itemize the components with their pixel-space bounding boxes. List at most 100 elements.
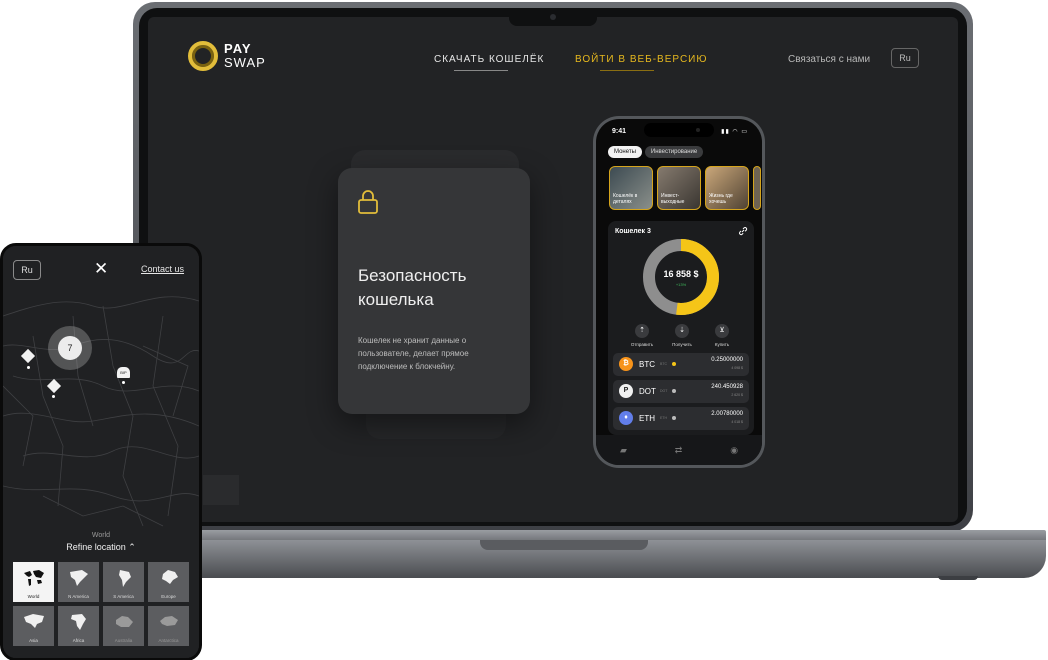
coin-row-eth[interactable]: ♦ ETH ETH 2.00780000 4 018 $ <box>613 407 749 430</box>
region-label: Asia <box>29 638 38 643</box>
background-panel <box>203 475 239 505</box>
region-label: N America <box>68 594 89 599</box>
coin-row-dot[interactable]: P DOT DOT 240.450928 2 620 $ <box>613 380 749 403</box>
swap-icon[interactable]: ⇄ <box>675 445 683 456</box>
south-america-icon <box>119 570 131 587</box>
map-cluster[interactable]: 7 <box>48 326 92 370</box>
buy-label: Купить <box>714 342 730 347</box>
link-icon[interactable] <box>738 226 748 236</box>
region-label: Africa <box>72 638 85 643</box>
settings-icon[interactable]: ◉ <box>730 445 738 456</box>
wallet-icon[interactable]: ▰ <box>620 445 627 456</box>
story-card[interactable] <box>753 166 761 210</box>
nav-contact[interactable]: Связаться с нами <box>788 54 870 65</box>
tab-investing[interactable]: Инвестирование <box>644 146 704 158</box>
wallet-change: +13% <box>675 282 687 287</box>
region-north-america[interactable]: N America <box>58 562 99 602</box>
card-description: Кошелек не хранит данные о пользователе,… <box>358 336 469 371</box>
coin-usd: 4 098 $ <box>731 366 743 370</box>
story-card[interactable]: Жизнь где хочешь <box>705 166 749 210</box>
refine-location-toggle[interactable]: Refine location ⌃ <box>3 542 199 553</box>
world-label: World <box>91 532 111 539</box>
stories-row: Кошелёк в деталях Инвест-выходные Жизнь … <box>609 166 761 210</box>
north-america-icon <box>70 570 88 586</box>
coin-row-btc[interactable]: ₿ BTC BTC 0.25000000 4 098 $ <box>613 353 749 376</box>
bitcoin-icon: ₿ <box>619 357 633 371</box>
region-world[interactable]: World <box>13 562 54 602</box>
laptop-foot <box>938 576 978 580</box>
send-label: Отправить <box>630 342 654 347</box>
nav-web-version[interactable]: ВОЙТИ В ВЕБ-ВЕРСИЮ <box>575 54 707 65</box>
story-card[interactable]: Инвест-выходные <box>657 166 701 210</box>
language-button[interactable]: Ru <box>891 48 919 68</box>
nav-underline <box>454 70 508 71</box>
close-icon[interactable]: ✕ <box>94 259 108 279</box>
coin-sub: ETH <box>660 416 667 420</box>
coin-usd: 4 018 $ <box>731 420 743 424</box>
pin-dot <box>27 366 30 369</box>
phone-bottom-nav: ▰ ⇄ ◉ <box>596 435 762 465</box>
nav-underline <box>600 70 654 71</box>
nav-download-wallet[interactable]: СКАЧАТЬ КОШЕЛЁК <box>434 54 544 65</box>
phone-tabs: Монеты Инвестирование <box>608 146 704 158</box>
receive-label: Получить <box>672 342 692 347</box>
map-pin-icon[interactable]: BIP <box>117 367 130 378</box>
coin-sub: BTC <box>660 362 667 366</box>
wallet-actions: ⇡ Отправить ⇣ Получить ⊻ Купить <box>625 324 739 347</box>
coin-symbol: BTC <box>639 360 655 369</box>
region-australia[interactable]: Australia <box>103 606 144 646</box>
region-asia[interactable]: Asia <box>13 606 54 646</box>
ethereum-icon: ♦ <box>619 411 633 425</box>
region-europe[interactable]: Europe <box>148 562 189 602</box>
pin-dot <box>122 381 125 384</box>
coin-usd: 2 620 $ <box>731 393 743 397</box>
wallet-total: 16 858 $ <box>663 269 699 279</box>
coin-dot <box>672 389 676 393</box>
lock-icon <box>358 190 378 214</box>
language-button[interactable]: Ru <box>13 260 41 280</box>
story-label: Жизнь где хочешь <box>709 193 733 205</box>
antarctica-icon <box>160 616 178 626</box>
region-label: S America <box>113 594 134 599</box>
coin-dot <box>672 416 676 420</box>
logo-line2: SWAP <box>224 55 266 70</box>
story-label: Инвест-выходные <box>661 193 685 205</box>
logo-ring-icon <box>188 41 218 71</box>
coin-symbol: ETH <box>639 414 655 423</box>
story-label: Кошелёк в деталях <box>613 193 638 205</box>
upload-icon: ⇡ <box>635 324 649 338</box>
coin-amount: 0.25000000 <box>711 357 743 363</box>
region-label: Antarctica <box>158 638 179 643</box>
region-label: Australia <box>114 638 133 643</box>
laptop-groove <box>480 540 648 550</box>
africa-icon <box>71 614 86 630</box>
cart-icon: ⊻ <box>715 324 729 338</box>
australia-icon <box>116 616 133 627</box>
coin-sub: DOT <box>660 389 668 393</box>
buy-button[interactable]: ⊻ Купить <box>705 324 739 347</box>
tab-coins[interactable]: Монеты <box>608 146 642 158</box>
laptop-screen: PAY SWAP СКАЧАТЬ КОШЕЛЁК ВОЙТИ В ВЕБ-ВЕР… <box>148 17 958 522</box>
coin-amount: 240.450928 <box>711 384 743 390</box>
card-title: Безопасность кошелька <box>358 266 467 309</box>
download-icon: ⇣ <box>675 324 689 338</box>
wallet-title: Кошелек 3 <box>615 228 651 235</box>
phone-mockup: 9:41 ▮▮ ◠ ▭ Монеты Инвестирование Кошелё… <box>593 116 765 468</box>
mobile-device: Ru ✕ Contact us 7 BIP World Refine locat… <box>0 243 202 660</box>
region-label: Europe <box>161 594 176 599</box>
asia-icon <box>24 614 44 628</box>
wallet-card: Кошелек 3 16 858 $ +13% ⇡ Отправить ⇣ Полу… <box>608 221 754 435</box>
status-icons: ▮▮ ◠ ▭ <box>721 129 748 135</box>
logo[interactable]: PAY SWAP <box>188 41 266 71</box>
security-card: Безопасность кошелька Кошелек не хранит … <box>338 168 530 414</box>
coin-symbol: DOT <box>639 387 656 396</box>
region-south-america[interactable]: S America <box>103 562 144 602</box>
story-card[interactable]: Кошелёк в деталях <box>609 166 653 210</box>
receive-button[interactable]: ⇣ Получить <box>665 324 699 347</box>
send-button[interactable]: ⇡ Отправить <box>625 324 659 347</box>
laptop-notch <box>509 8 597 26</box>
region-antarctica[interactable]: Antarctica <box>148 606 189 646</box>
region-grid: World N America S America Europe Asia Af… <box>13 562 189 646</box>
region-africa[interactable]: Africa <box>58 606 99 646</box>
contact-link[interactable]: Contact us <box>141 264 184 274</box>
